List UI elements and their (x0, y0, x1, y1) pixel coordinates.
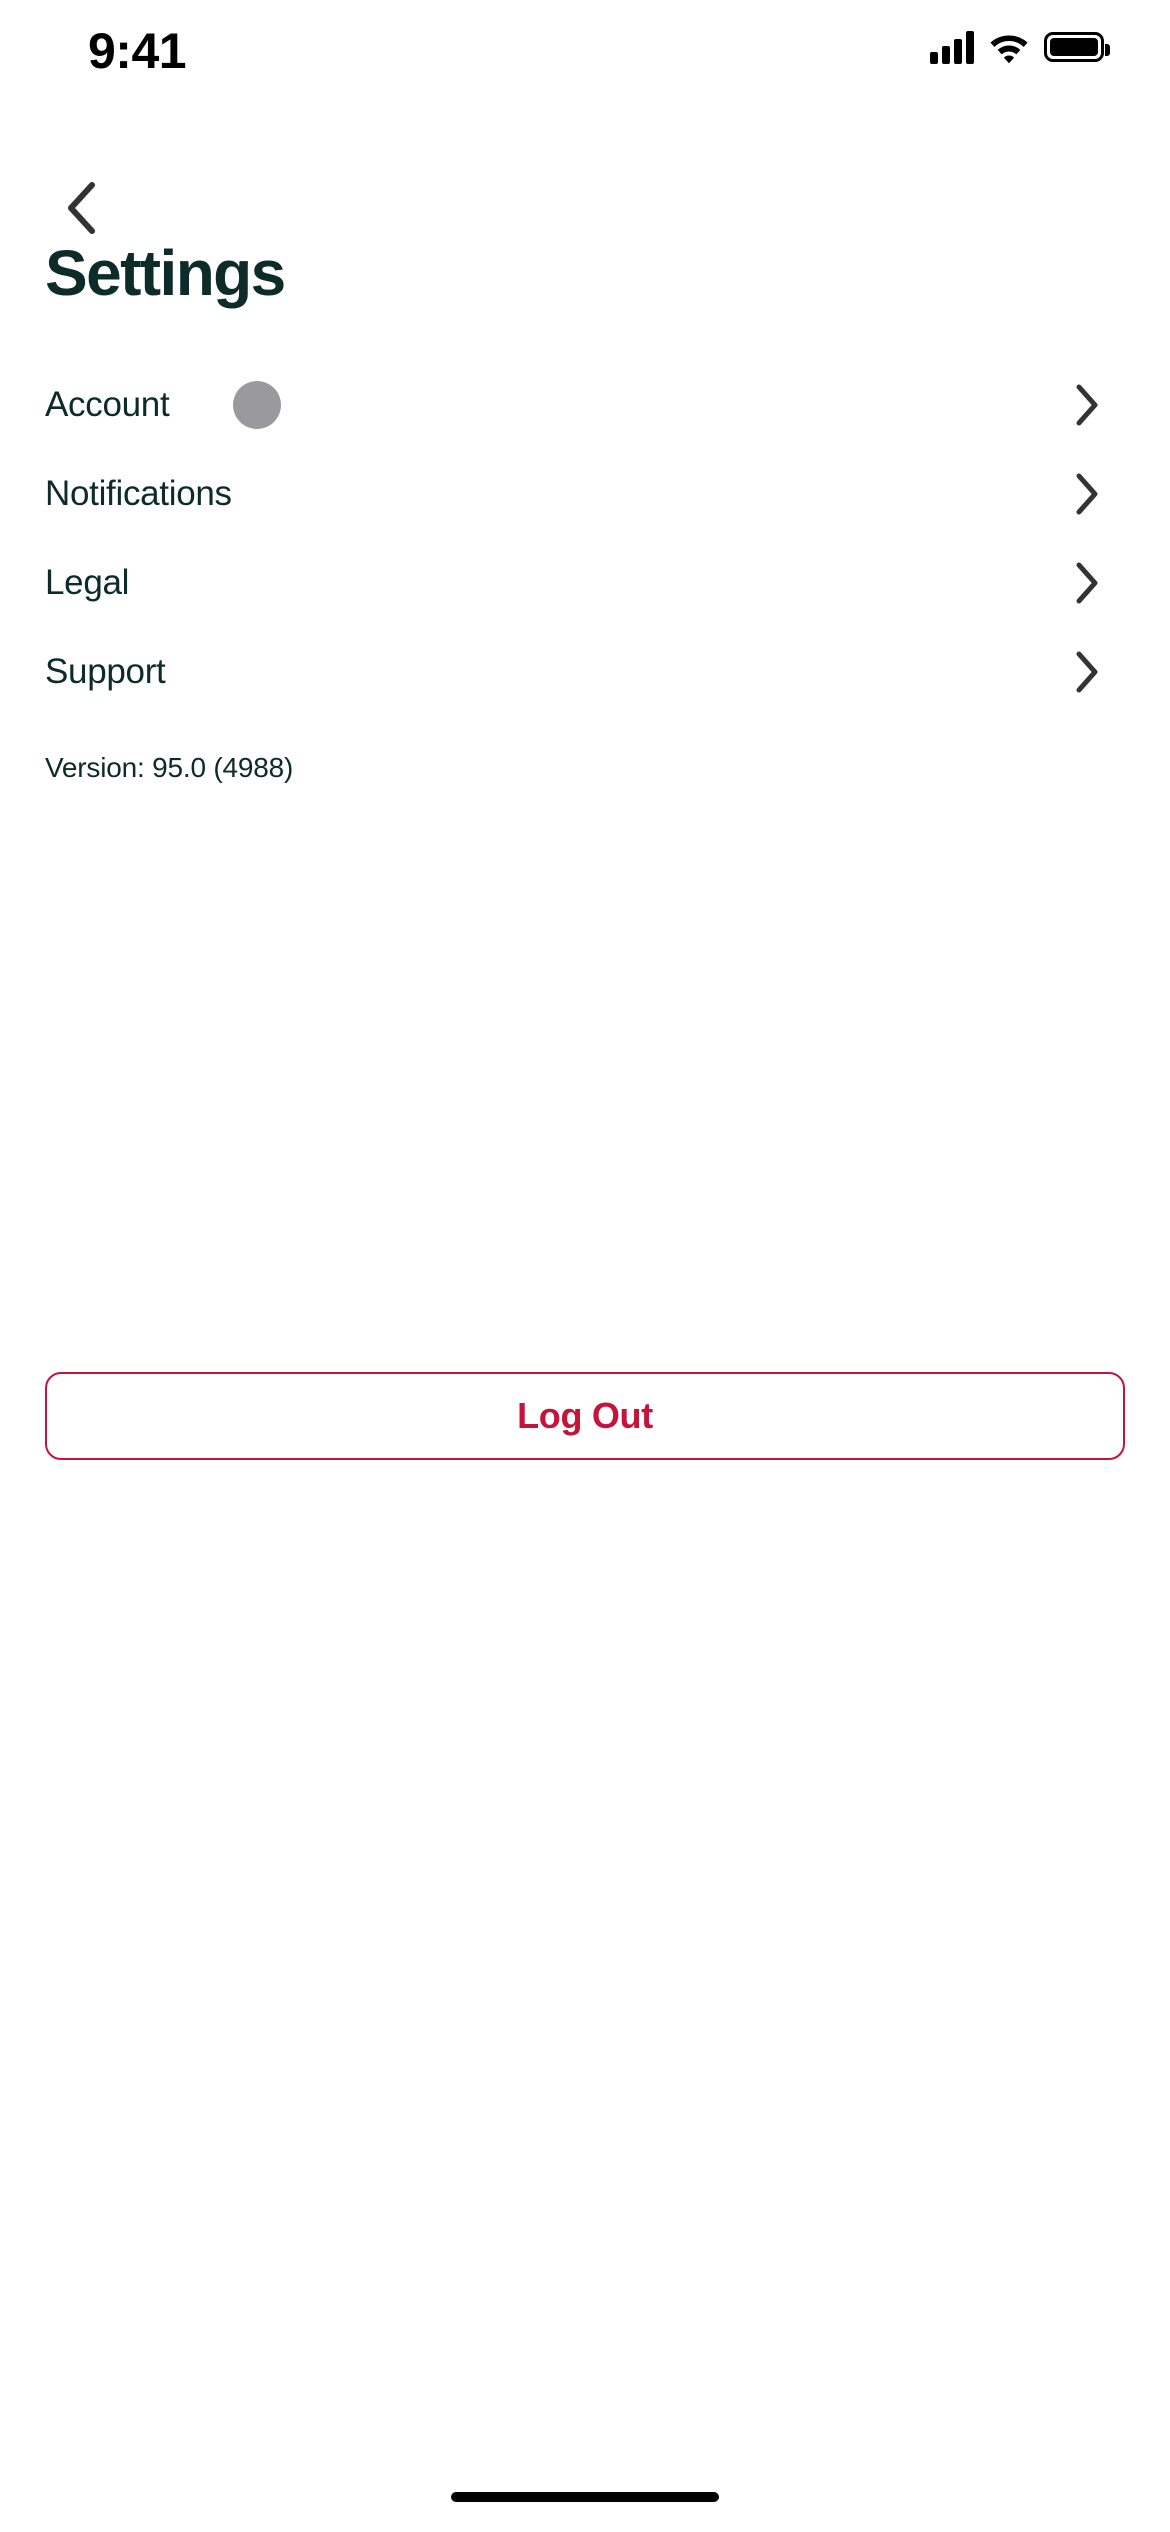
avatar (233, 380, 282, 429)
settings-row-support[interactable]: Support (0, 627, 1170, 716)
battery-full-icon (1044, 32, 1110, 62)
status-bar: 9:41 (0, 0, 1170, 120)
page-title: Settings (45, 237, 286, 309)
chevron-right-icon (1070, 472, 1104, 516)
wifi-icon (990, 35, 1028, 64)
log-out-button[interactable]: Log Out (45, 1372, 1125, 1460)
status-bar-time: 9:41 (88, 23, 187, 79)
settings-row-label: Account (45, 385, 170, 424)
chevron-right-icon (1070, 561, 1104, 605)
app-version-label: Version: 95.0 (4988) (45, 752, 294, 783)
settings-row-label: Legal (45, 563, 130, 602)
settings-row-notifications[interactable]: Notifications (0, 449, 1170, 538)
settings-list: Account Notifications Legal Support (0, 360, 1170, 716)
status-bar-icons (930, 30, 1110, 64)
settings-screen: 9:41 Settings Account Notifications Lega… (0, 0, 1170, 2532)
chevron-right-icon (1070, 383, 1104, 427)
chevron-right-icon (1070, 650, 1104, 694)
signal-bars-icon (930, 30, 974, 64)
settings-row-account[interactable]: Account (0, 360, 1170, 449)
home-indicator (451, 2492, 719, 2502)
settings-row-label: Support (45, 652, 166, 691)
log-out-button-label: Log Out (517, 1395, 653, 1436)
settings-row-legal[interactable]: Legal (0, 538, 1170, 627)
settings-row-label: Notifications (45, 474, 232, 513)
